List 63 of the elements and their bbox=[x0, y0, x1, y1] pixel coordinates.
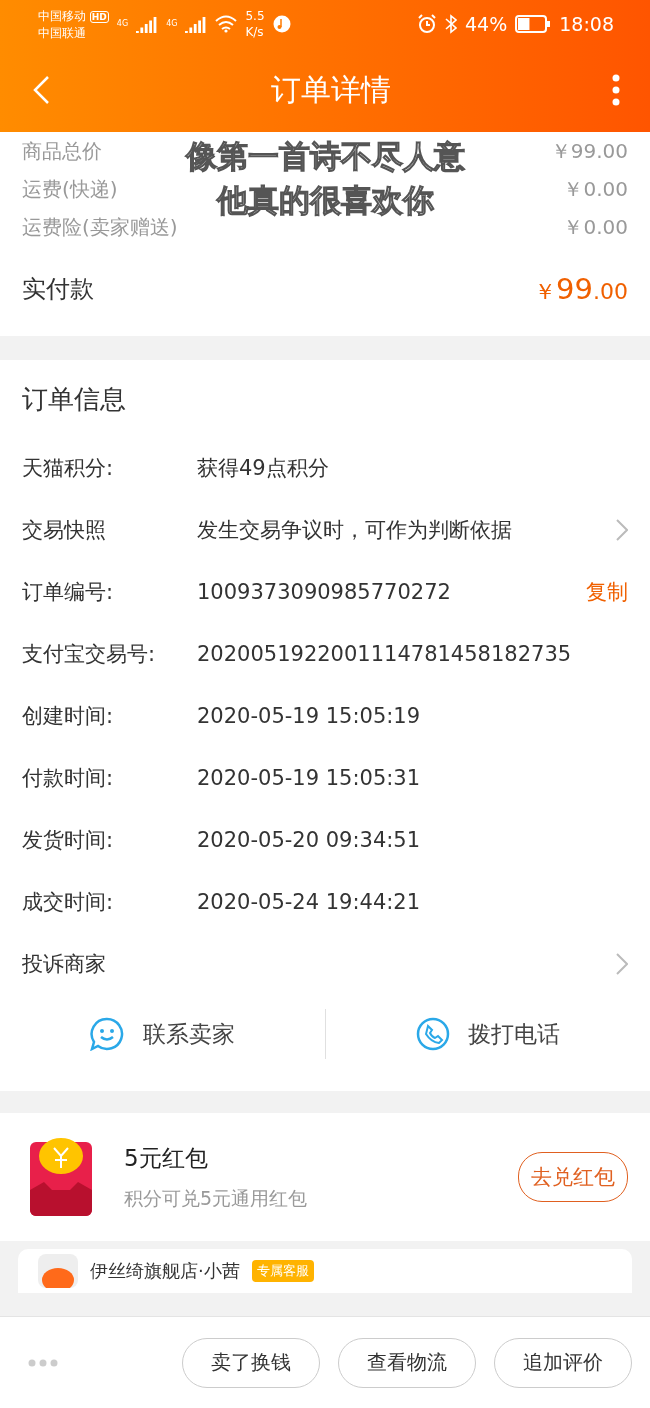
wifi-icon bbox=[215, 15, 238, 33]
action-button[interactable]: 卖了换钱 bbox=[182, 1337, 320, 1388]
more-icon[interactable] bbox=[28, 1358, 58, 1367]
price-label: 商品总价 bbox=[22, 137, 102, 165]
price-label: 运费(快递) bbox=[22, 175, 118, 203]
battery-percent: 44% bbox=[465, 13, 508, 35]
back-icon[interactable] bbox=[32, 75, 50, 105]
price-value: ￥0.00 bbox=[563, 213, 628, 241]
info-value: 2020-05-24 19:44:21 bbox=[197, 890, 422, 914]
info-label: 订单编号: bbox=[22, 579, 115, 606]
total-value: ￥99.00 bbox=[534, 271, 628, 307]
store-avatar-icon bbox=[38, 1254, 78, 1288]
contact-button[interactable]: 联系卖家 bbox=[0, 1009, 325, 1059]
signal-icon bbox=[136, 15, 159, 33]
caption-text: 他真的很喜欢你 bbox=[216, 181, 434, 220]
carrier-label: 中国移动 HD bbox=[38, 7, 109, 25]
phone-icon bbox=[415, 1017, 450, 1051]
price-label: 运费险(卖家赠送) bbox=[22, 213, 178, 241]
info-label: 天猫积分: bbox=[22, 455, 115, 482]
info-label: 成交时间: bbox=[22, 889, 115, 916]
info-value: 2020051922001114781458182735 bbox=[197, 642, 573, 666]
signal-icon bbox=[185, 15, 208, 33]
info-label: 交易快照 bbox=[22, 517, 107, 544]
page-title: 订单详情 bbox=[271, 70, 391, 109]
clock: 18:08 bbox=[559, 13, 614, 35]
chevron-icon[interactable] bbox=[616, 953, 628, 975]
info-value: 获得49点积分 bbox=[197, 455, 330, 482]
info-value: 2020-05-19 15:05:31 bbox=[197, 766, 422, 790]
info-value: 2020-05-20 09:34:51 bbox=[197, 828, 422, 852]
info-label: 发货时间: bbox=[22, 827, 115, 854]
battery-icon bbox=[515, 14, 552, 34]
service-badge: 专属客服 bbox=[251, 1260, 314, 1282]
speed-value: 5.5 bbox=[245, 8, 265, 24]
music-icon bbox=[272, 15, 291, 33]
coupon-title: 5元红包 bbox=[124, 1143, 209, 1173]
info-label: 付款时间: bbox=[22, 765, 115, 792]
info-value: 2020-05-19 15:05:19 bbox=[197, 704, 422, 728]
info-label: 支付宝交易号: bbox=[22, 641, 157, 668]
price-value: ￥0.00 bbox=[563, 175, 628, 203]
carrier-label: 中国联通 bbox=[38, 24, 87, 41]
info-value: 1009373090985770272 bbox=[197, 580, 452, 604]
coupon-subtitle: 积分可兑5元通用红包 bbox=[124, 1185, 308, 1211]
price-value: ￥99.00 bbox=[550, 137, 628, 165]
info-label: 投诉商家 bbox=[22, 951, 107, 978]
bluetooth-icon bbox=[445, 14, 457, 34]
network-label: 4G bbox=[116, 18, 129, 30]
envelope-icon bbox=[30, 1138, 92, 1216]
smiley-chat-icon bbox=[89, 1017, 126, 1051]
network-label: 4G bbox=[166, 18, 178, 30]
speed-unit: K/s bbox=[245, 24, 265, 40]
alarm-icon bbox=[417, 14, 437, 34]
store-name: 伊丝绮旗舰店·小茜 bbox=[90, 1259, 240, 1283]
action-button[interactable]: 追加评价 bbox=[494, 1337, 632, 1388]
chevron-icon[interactable] bbox=[616, 519, 628, 541]
info-value: 发生交易争议时，可作为判断依据 bbox=[197, 517, 513, 544]
contact-button[interactable]: 拨打电话 bbox=[325, 1009, 650, 1059]
caption-text: 像第一首诗不尽人意 bbox=[185, 137, 465, 176]
redeem-button[interactable]: 去兑红包 bbox=[518, 1152, 628, 1202]
total-label: 实付款 bbox=[22, 274, 94, 305]
info-label: 创建时间: bbox=[22, 703, 115, 730]
action-button[interactable]: 查看物流 bbox=[338, 1337, 476, 1388]
more-icon[interactable] bbox=[612, 74, 620, 106]
section-title: 订单信息 bbox=[21, 383, 127, 416]
